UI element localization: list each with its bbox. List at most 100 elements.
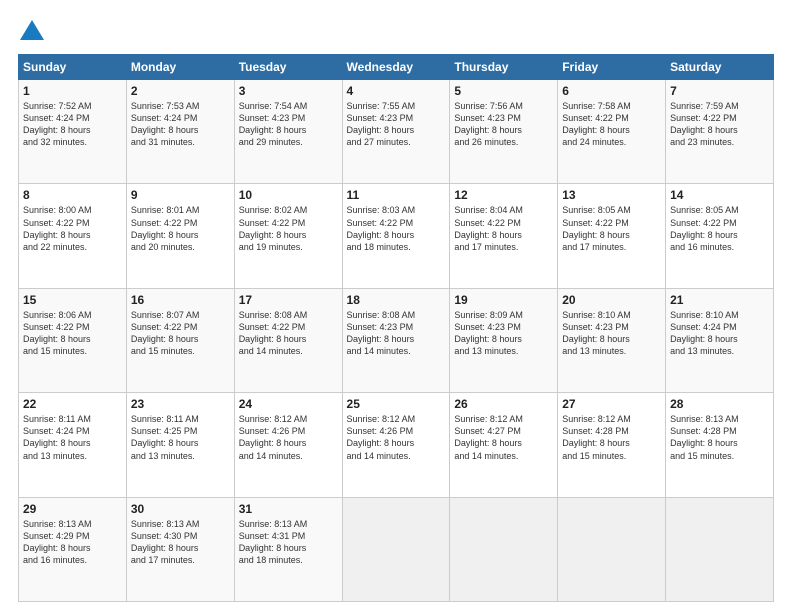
page: SundayMondayTuesdayWednesdayThursdayFrid…	[0, 0, 792, 612]
calendar-cell: 7Sunrise: 7:59 AMSunset: 4:22 PMDaylight…	[666, 80, 774, 184]
cell-details: Sunrise: 7:55 AMSunset: 4:23 PMDaylight:…	[347, 100, 446, 149]
day-number: 14	[670, 188, 769, 202]
day-number: 20	[562, 293, 661, 307]
calendar-week-row: 29 Sunrise: 8:13 AMSunset: 4:29 PMDayligh…	[19, 497, 774, 601]
calendar-cell: 19Sunrise: 8:09 AMSunset: 4:23 PMDayligh…	[450, 288, 558, 392]
calendar-cell: 16 Sunrise: 8:07 AMSunset: 4:22 PMDayligh…	[126, 288, 234, 392]
day-number: 5	[454, 84, 553, 98]
cell-details: Sunrise: 8:11 AMSunset: 4:24 PMDaylight:…	[23, 413, 122, 462]
day-number: 18	[347, 293, 446, 307]
calendar-cell: 2 Sunrise: 7:53 AMSunset: 4:24 PMDaylight…	[126, 80, 234, 184]
day-number: 27	[562, 397, 661, 411]
day-header: Wednesday	[342, 55, 450, 80]
day-number: 3	[239, 84, 338, 98]
cell-details: Sunrise: 8:02 AMSunset: 4:22 PMDaylight:…	[239, 204, 338, 253]
cell-details: Sunrise: 8:12 AMSunset: 4:27 PMDaylight:…	[454, 413, 553, 462]
day-number: 23	[131, 397, 230, 411]
cell-details: Sunrise: 8:13 AMSunset: 4:31 PMDaylight:…	[239, 518, 338, 567]
calendar-week-row: 8 Sunrise: 8:00 AMSunset: 4:22 PMDaylight…	[19, 184, 774, 288]
calendar-cell: 25 Sunrise: 8:12 AMSunset: 4:26 PMDayligh…	[342, 393, 450, 497]
calendar-cell: 26 Sunrise: 8:12 AMSunset: 4:27 PMDayligh…	[450, 393, 558, 497]
calendar-cell	[450, 497, 558, 601]
calendar-cell: 3 Sunrise: 7:54 AMSunset: 4:23 PMDaylight…	[234, 80, 342, 184]
day-header: Sunday	[19, 55, 127, 80]
day-number: 22	[23, 397, 122, 411]
calendar-cell: 11 Sunrise: 8:03 AMSunset: 4:22 PMDayligh…	[342, 184, 450, 288]
day-number: 13	[562, 188, 661, 202]
day-number: 4	[347, 84, 446, 98]
calendar-cell: 4 Sunrise: 7:55 AMSunset: 4:23 PMDaylight…	[342, 80, 450, 184]
day-number: 1	[23, 84, 122, 98]
cell-details: Sunrise: 8:12 AMSunset: 4:26 PMDaylight:…	[239, 413, 338, 462]
calendar-cell: 1 Sunrise: 7:52 AMSunset: 4:24 PMDaylight…	[19, 80, 127, 184]
cell-details: Sunrise: 8:12 AMSunset: 4:26 PMDaylight:…	[347, 413, 446, 462]
day-header: Tuesday	[234, 55, 342, 80]
day-number: 2	[131, 84, 230, 98]
day-number: 26	[454, 397, 553, 411]
calendar-cell: 9 Sunrise: 8:01 AMSunset: 4:22 PMDaylight…	[126, 184, 234, 288]
cell-details: Sunrise: 7:56 AMSunset: 4:23 PMDaylight:…	[454, 100, 553, 149]
day-header: Thursday	[450, 55, 558, 80]
day-number: 8	[23, 188, 122, 202]
cell-details: Sunrise: 8:13 AMSunset: 4:29 PMDaylight:…	[23, 518, 122, 567]
cell-details: Sunrise: 8:05 AMSunset: 4:22 PMDaylight:…	[670, 204, 769, 253]
calendar-cell: 23 Sunrise: 8:11 AMSunset: 4:25 PMDayligh…	[126, 393, 234, 497]
calendar-cell: 17 Sunrise: 8:08 AMSunset: 4:22 PMDayligh…	[234, 288, 342, 392]
calendar-cell: 21Sunrise: 8:10 AMSunset: 4:24 PMDayligh…	[666, 288, 774, 392]
day-header: Friday	[558, 55, 666, 80]
day-number: 21	[670, 293, 769, 307]
calendar-cell: 30Sunrise: 8:13 AMSunset: 4:30 PMDayligh…	[126, 497, 234, 601]
calendar-cell: 27 Sunrise: 8:12 AMSunset: 4:28 PMDayligh…	[558, 393, 666, 497]
calendar-cell	[342, 497, 450, 601]
calendar-cell: 24 Sunrise: 8:12 AMSunset: 4:26 PMDayligh…	[234, 393, 342, 497]
day-number: 19	[454, 293, 553, 307]
day-number: 10	[239, 188, 338, 202]
cell-details: Sunrise: 7:52 AMSunset: 4:24 PMDaylight:…	[23, 100, 122, 149]
cell-details: Sunrise: 7:53 AMSunset: 4:24 PMDaylight:…	[131, 100, 230, 149]
logo	[18, 18, 49, 46]
cell-details: Sunrise: 8:07 AMSunset: 4:22 PMDaylight:…	[131, 309, 230, 358]
calendar-cell	[558, 497, 666, 601]
day-number: 16	[131, 293, 230, 307]
day-number: 29	[23, 502, 122, 516]
cell-details: Sunrise: 8:10 AMSunset: 4:23 PMDaylight:…	[562, 309, 661, 358]
day-number: 15	[23, 293, 122, 307]
calendar-cell: 14 Sunrise: 8:05 AMSunset: 4:22 PMDayligh…	[666, 184, 774, 288]
day-number: 17	[239, 293, 338, 307]
day-number: 24	[239, 397, 338, 411]
calendar-week-row: 15 Sunrise: 8:06 AMSunset: 4:22 PMDayligh…	[19, 288, 774, 392]
cell-details: Sunrise: 8:13 AMSunset: 4:30 PMDaylight:…	[131, 518, 230, 567]
cell-details: Sunrise: 8:12 AMSunset: 4:28 PMDaylight:…	[562, 413, 661, 462]
header	[18, 18, 774, 46]
cell-details: Sunrise: 8:00 AMSunset: 4:22 PMDaylight:…	[23, 204, 122, 253]
header-row: SundayMondayTuesdayWednesdayThursdayFrid…	[19, 55, 774, 80]
day-header: Saturday	[666, 55, 774, 80]
cell-details: Sunrise: 7:54 AMSunset: 4:23 PMDaylight:…	[239, 100, 338, 149]
calendar-cell: 13Sunrise: 8:05 AMSunset: 4:22 PMDayligh…	[558, 184, 666, 288]
cell-details: Sunrise: 8:01 AMSunset: 4:22 PMDaylight:…	[131, 204, 230, 253]
cell-details: Sunrise: 8:06 AMSunset: 4:22 PMDaylight:…	[23, 309, 122, 358]
day-number: 6	[562, 84, 661, 98]
cell-details: Sunrise: 8:08 AMSunset: 4:23 PMDaylight:…	[347, 309, 446, 358]
cell-details: Sunrise: 7:58 AMSunset: 4:22 PMDaylight:…	[562, 100, 661, 149]
day-number: 28	[670, 397, 769, 411]
calendar-cell: 28Sunrise: 8:13 AMSunset: 4:28 PMDayligh…	[666, 393, 774, 497]
day-number: 7	[670, 84, 769, 98]
day-number: 9	[131, 188, 230, 202]
calendar-cell	[666, 497, 774, 601]
calendar-cell: 8 Sunrise: 8:00 AMSunset: 4:22 PMDaylight…	[19, 184, 127, 288]
day-number: 11	[347, 188, 446, 202]
calendar-cell: 18 Sunrise: 8:08 AMSunset: 4:23 PMDayligh…	[342, 288, 450, 392]
calendar-cell: 31Sunrise: 8:13 AMSunset: 4:31 PMDayligh…	[234, 497, 342, 601]
calendar-week-row: 1 Sunrise: 7:52 AMSunset: 4:24 PMDaylight…	[19, 80, 774, 184]
day-header: Monday	[126, 55, 234, 80]
calendar-week-row: 22 Sunrise: 8:11 AMSunset: 4:24 PMDayligh…	[19, 393, 774, 497]
calendar-table: SundayMondayTuesdayWednesdayThursdayFrid…	[18, 54, 774, 602]
calendar-cell: 20 Sunrise: 8:10 AMSunset: 4:23 PMDayligh…	[558, 288, 666, 392]
cell-details: Sunrise: 8:08 AMSunset: 4:22 PMDaylight:…	[239, 309, 338, 358]
calendar-cell: 12Sunrise: 8:04 AMSunset: 4:22 PMDayligh…	[450, 184, 558, 288]
cell-details: Sunrise: 8:04 AMSunset: 4:22 PMDaylight:…	[454, 204, 553, 253]
cell-details: Sunrise: 8:03 AMSunset: 4:22 PMDaylight:…	[347, 204, 446, 253]
cell-details: Sunrise: 8:11 AMSunset: 4:25 PMDaylight:…	[131, 413, 230, 462]
day-number: 25	[347, 397, 446, 411]
